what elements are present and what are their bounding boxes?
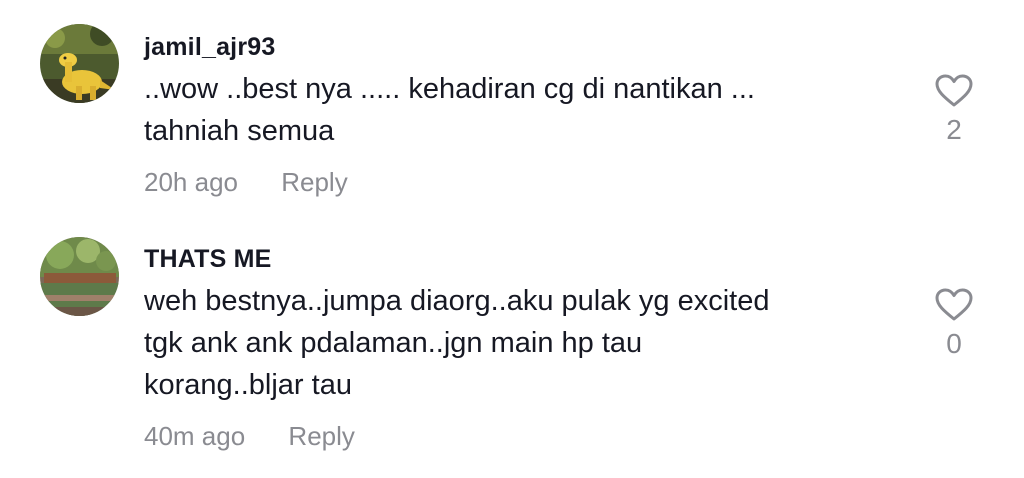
comment-username[interactable]: jamil_ajr93 — [144, 32, 904, 62]
heart-icon[interactable] — [935, 74, 973, 108]
heart-icon[interactable] — [935, 288, 973, 322]
avatar[interactable] — [40, 24, 119, 103]
comment-item: THATS ME weh bestnya..jumpa diaorg..aku … — [0, 220, 1024, 478]
dinosaur-toy-photo-icon — [40, 24, 119, 103]
comment-text: weh bestnya..jumpa diaorg..aku pulak yg … — [144, 285, 770, 401]
comment-username[interactable]: THATS ME — [144, 244, 904, 274]
like-section: 2 — [930, 74, 978, 146]
like-section: 0 — [930, 288, 978, 360]
comment-body: THATS ME weh bestnya..jumpa diaorg..aku … — [144, 244, 904, 452]
comment-timestamp: 40m ago — [144, 421, 246, 451]
comment-meta: 20h ago Reply — [144, 166, 904, 198]
comment-body: jamil_ajr93 ..wow ..best nya ..... kehad… — [144, 32, 904, 198]
like-count: 2 — [946, 114, 962, 145]
comment-timestamp: 20h ago — [144, 167, 238, 197]
garden-planter-photo-icon — [40, 237, 119, 316]
reply-button[interactable]: Reply — [281, 166, 347, 198]
avatar[interactable] — [40, 237, 119, 316]
comment-text: ..wow ..best nya ..... kehadiran cg di n… — [144, 73, 755, 147]
comment-meta: 40m ago Reply — [144, 420, 904, 452]
reply-button[interactable]: Reply — [288, 420, 354, 452]
comment-item: jamil_ajr93 ..wow ..best nya ..... kehad… — [0, 0, 1024, 220]
like-count: 0 — [946, 328, 962, 359]
